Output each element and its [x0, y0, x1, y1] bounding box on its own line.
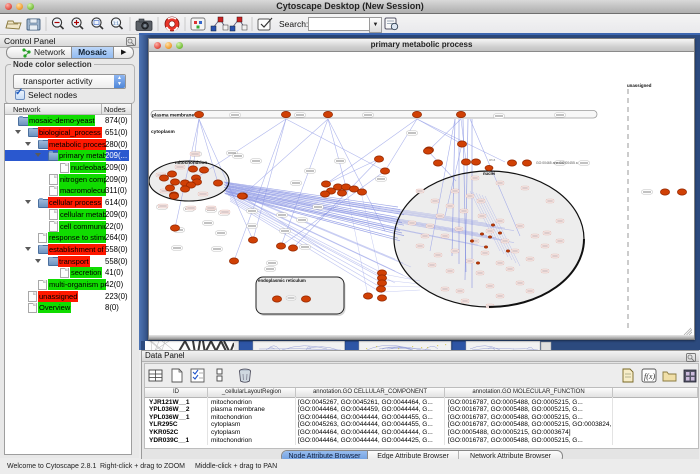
svg-text:endoplasmic reticulum: endoplasmic reticulum: [258, 278, 306, 283]
svg-text:nuclei: nuclei: [483, 171, 495, 176]
svg-text:GO:00465 ann GO:00455 a: GO:00465 ann GO:00455 a: [536, 161, 578, 165]
svg-text:unassigned: unassigned: [627, 83, 652, 88]
svg-text:plasma membrane: plasma membrane: [152, 113, 194, 119]
svg-text:mitochondrion: mitochondrion: [175, 160, 207, 165]
svg-text:cytoplasm: cytoplasm: [151, 129, 175, 135]
svg-text:f(x): f(x): [644, 372, 655, 381]
svg-text:an a: an a: [489, 158, 495, 162]
svg-text:1:1: 1:1: [113, 20, 119, 25]
